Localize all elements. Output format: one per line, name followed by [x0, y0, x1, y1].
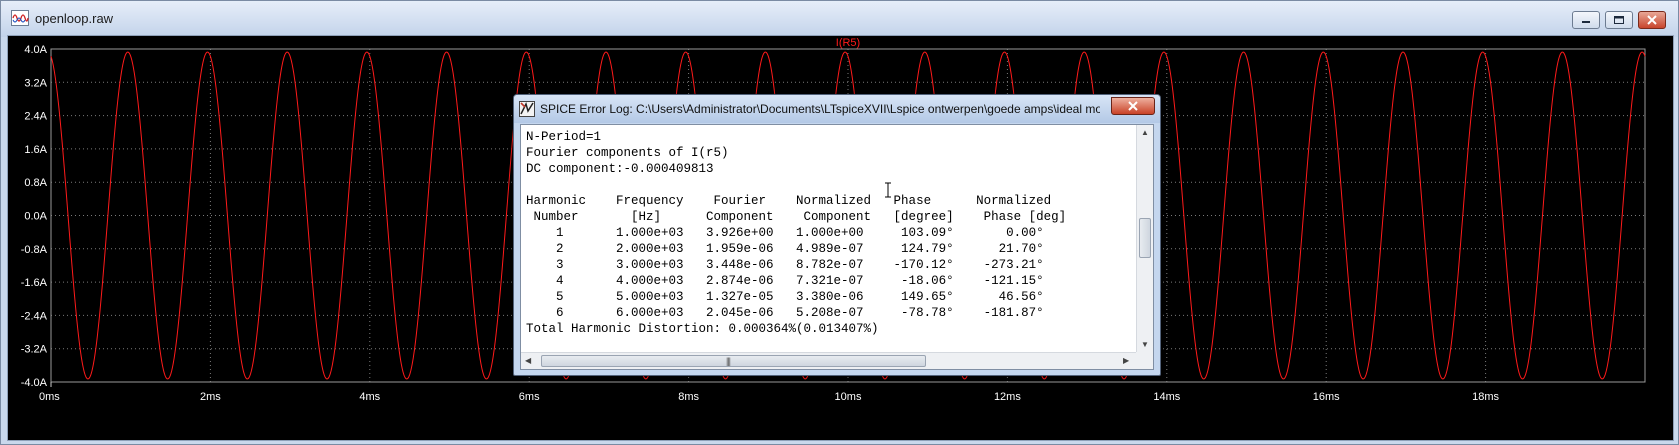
scroll-down-icon[interactable]: ▼	[1141, 341, 1149, 349]
log-line: N-Period=1	[526, 130, 602, 144]
horizontal-scrollbar[interactable]: ◀ ||| ▶	[521, 352, 1137, 369]
minimize-button[interactable]	[1572, 11, 1600, 29]
minimize-icon	[1582, 21, 1590, 23]
y-tick-label: -2.4A	[21, 310, 48, 322]
log-line: Total Harmonic Distortion: 0.000364%(0.0…	[526, 322, 879, 336]
x-tick-label: 16ms	[1313, 391, 1340, 403]
x-tick-label: 4ms	[359, 391, 380, 403]
y-tick-label: 3.2A	[24, 77, 47, 89]
log-line: Number [Hz] Component Component [degree]…	[526, 210, 1067, 224]
scroll-left-icon[interactable]: ◀	[525, 357, 531, 365]
window-close-button[interactable]	[1638, 11, 1666, 29]
dialog-title: SPICE Error Log: C:\Users\Administrator\…	[540, 102, 1100, 116]
restore-icon	[1614, 16, 1624, 24]
y-tick-label: 2.4A	[24, 111, 47, 123]
log-line: 6 6.000e+03 2.045e-06 5.208e-07 -78.78° …	[526, 306, 1044, 320]
scroll-corner	[1136, 352, 1153, 369]
ltspice-icon	[519, 101, 535, 117]
log-line: 2 2.000e+03 1.959e-06 4.989e-07 124.79° …	[526, 242, 1044, 256]
y-tick-label: -0.8A	[21, 244, 48, 256]
vertical-scrollbar[interactable]: ▲ ▼	[1136, 125, 1153, 352]
log-text-area[interactable]: N-Period=1 Fourier components of I(r5) DC …	[520, 124, 1154, 370]
log-line: 5 5.000e+03 1.327e-05 3.380e-06 149.65° …	[526, 290, 1044, 304]
window-titlebar[interactable]: openloop.raw	[1, 1, 1678, 37]
waveform-viewer-icon	[11, 10, 29, 26]
scroll-right-icon[interactable]: ▶	[1123, 357, 1129, 365]
x-tick-label: 0ms	[39, 391, 60, 403]
text-cursor-icon	[885, 182, 891, 198]
dialog-titlebar[interactable]: SPICE Error Log: C:\Users\Administrator\…	[514, 95, 1160, 123]
x-tick-label: 14ms	[1153, 391, 1180, 403]
window-title: openloop.raw	[35, 11, 114, 26]
log-line: Fourier components of I(r5)	[526, 146, 729, 160]
y-tick-label: -1.6A	[21, 277, 48, 289]
dialog-close-button[interactable]	[1111, 97, 1155, 115]
log-line: 3 3.000e+03 3.448e-06 8.782e-07 -170.12°…	[526, 258, 1044, 272]
x-tick-label: 2ms	[200, 391, 221, 403]
scroll-grip: |||	[726, 356, 731, 366]
close-icon	[1647, 15, 1657, 25]
maximize-button[interactable]	[1605, 11, 1633, 29]
close-icon	[1128, 101, 1138, 111]
x-tick-label: 18ms	[1472, 391, 1499, 403]
spice-error-log-dialog: SPICE Error Log: C:\Users\Administrator\…	[513, 94, 1161, 376]
horizontal-scroll-thumb[interactable]: |||	[541, 355, 926, 367]
y-tick-label: 1.6A	[24, 144, 47, 156]
log-line: 1 1.000e+03 3.926e+00 1.000e+00 103.09° …	[526, 226, 1044, 240]
log-line: DC component:-0.000409813	[526, 162, 714, 176]
x-tick-label: 8ms	[678, 391, 699, 403]
vertical-scroll-thumb[interactable]	[1139, 218, 1151, 258]
x-tick-label: 12ms	[994, 391, 1021, 403]
log-line: Harmonic Frequency Fourier Normalized Ph…	[526, 194, 1052, 208]
y-tick-label: -3.2A	[21, 344, 48, 356]
scroll-up-icon[interactable]: ▲	[1141, 129, 1149, 137]
log-text: N-Period=1 Fourier components of I(r5) DC …	[526, 129, 1126, 345]
log-line: 4 4.000e+03 2.874e-06 7.321e-07 -18.06° …	[526, 274, 1044, 288]
x-tick-label: 10ms	[835, 391, 862, 403]
x-tick-label: 6ms	[519, 391, 540, 403]
trace-label[interactable]: I(R5)	[836, 37, 860, 49]
y-tick-label: 0.8A	[24, 177, 47, 189]
y-tick-label: -4.0A	[21, 377, 48, 389]
y-tick-label: 4.0A	[24, 44, 47, 56]
y-tick-label: 0.0A	[24, 211, 47, 223]
